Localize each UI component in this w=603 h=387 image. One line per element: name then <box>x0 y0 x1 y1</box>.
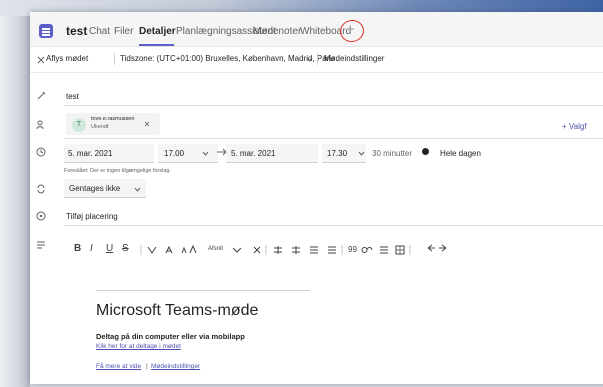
bold-button[interactable]: B <box>74 243 81 254</box>
avatar: T <box>72 118 86 132</box>
title-underline <box>64 105 603 106</box>
remove-attendee-icon[interactable] <box>144 121 150 127</box>
quote-button[interactable]: 99 <box>348 245 357 254</box>
chevron-down-icon <box>358 151 365 156</box>
description-icon <box>37 241 45 249</box>
chevron-down-icon <box>134 187 141 192</box>
tab-details[interactable]: Detaljer <box>139 26 176 37</box>
clock-icon <box>36 147 46 157</box>
location-input[interactable]: Tilføj placering <box>66 212 118 221</box>
teams-meeting-title: Microsoft Teams-møde <box>96 302 259 319</box>
repeat-value: Gentages ikke <box>69 184 121 193</box>
people-icon <box>36 120 44 130</box>
attendees-underline <box>64 138 603 139</box>
tab-chat[interactable]: Chat <box>89 26 110 37</box>
start-date-value: 5. mar. 2021 <box>68 149 113 158</box>
text-style-icons <box>140 245 197 255</box>
calendar-icon <box>39 24 53 38</box>
tab-meeting-notes[interactable]: Mødenoter <box>253 26 301 37</box>
chevron-down-icon <box>306 57 313 62</box>
active-tab-indicator <box>139 44 174 46</box>
close-icon <box>37 56 45 64</box>
meeting-title-header: test <box>66 24 88 38</box>
suggestion-text: Foreslået: Der er ingen tilgængelige for… <box>64 168 172 174</box>
attendee-name: tove.e.rasmussen <box>91 116 135 122</box>
meeting-details-window: test Chat Filer Detaljer Planlægningsass… <box>30 12 603 384</box>
cancel-meeting-button[interactable]: Aflys mødet <box>46 54 88 63</box>
end-date-value: 5. mar. 2021 <box>231 149 276 158</box>
meeting-options-button[interactable]: Mødeindstillinger <box>324 54 384 63</box>
learn-more-link[interactable]: Få mere at vide <box>96 363 141 370</box>
link-separator: | <box>146 363 148 370</box>
strikethrough-button[interactable]: S <box>122 243 129 254</box>
window-shadow <box>0 16 30 387</box>
underline-button[interactable]: U <box>106 243 113 254</box>
pencil-icon <box>37 91 46 100</box>
add-tab-button[interactable]: + <box>346 21 355 38</box>
meeting-toolbar: Aflys mødet Tidszone: (UTC+01:00) Bruxel… <box>30 47 603 73</box>
toolbar-divider <box>114 53 115 65</box>
paragraph-style-dropdown[interactable]: Afsnit <box>208 246 223 252</box>
end-time-value: 17.30 <box>327 149 348 158</box>
join-heading: Deltag på din computer eller via mobilap… <box>96 332 245 341</box>
timezone-dropdown[interactable]: Tidszone: (UTC+01:00) Bruxelles, Københa… <box>120 54 335 63</box>
location-icon <box>36 211 46 221</box>
optional-attendees-link[interactable]: + Valgf <box>562 122 587 131</box>
start-time-value: 17.00 <box>164 149 185 158</box>
meeting-invite-divider <box>96 290 310 291</box>
meeting-options-link[interactable]: Mødeindstillinger <box>151 363 200 370</box>
attendee-status: Ukendt <box>91 124 109 130</box>
meeting-title-input[interactable]: test <box>66 92 79 101</box>
repeat-icon <box>37 184 45 194</box>
location-underline <box>64 225 603 226</box>
all-day-toggle[interactable] <box>422 148 429 155</box>
all-day-label: Hele dagen <box>440 149 481 158</box>
italic-button[interactable]: I <box>90 243 93 254</box>
toolbar-divider <box>317 53 318 65</box>
undo-redo-icons[interactable] <box>425 244 449 254</box>
join-meeting-link[interactable]: Klik her for at deltage i mødet <box>96 343 181 350</box>
paragraph-tool-icons <box>232 245 411 255</box>
meeting-header: test Chat Filer Detaljer Planlægningsass… <box>30 12 603 47</box>
tab-files[interactable]: Filer <box>114 26 133 37</box>
duration-label: 30 minutter <box>372 149 413 158</box>
chevron-down-icon <box>202 151 209 156</box>
